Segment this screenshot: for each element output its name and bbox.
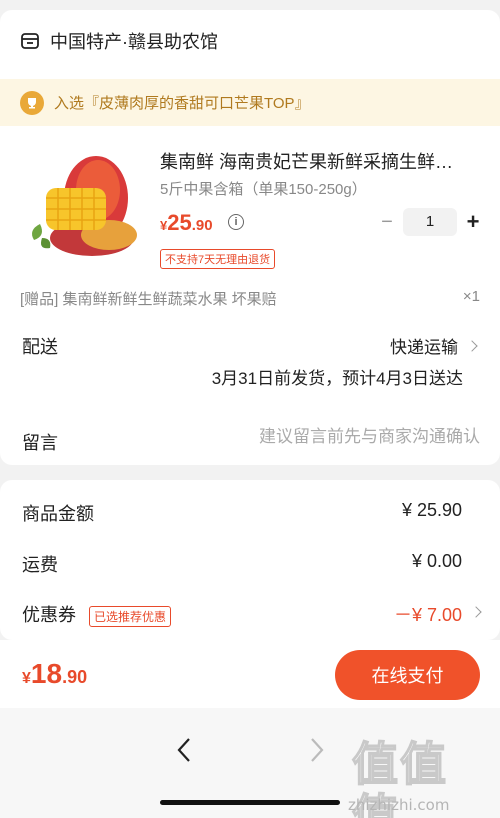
home-indicator[interactable] [160,800,340,805]
product-price: ¥ 25 .90 [160,210,213,236]
coupon-value: －¥ 7.00 [393,605,462,625]
shipping-fee-label: 运费 [22,555,58,575]
price-info-icon[interactable]: i [228,214,244,230]
coupon-row[interactable]: 优惠券 已选推荐优惠 －¥ 7.00 [22,601,482,627]
shipping-fee-row: 运费 ¥ 0.00 [22,551,478,577]
no-return-badge: 不支持7天无理由退货 [160,249,276,269]
total-price: ¥ 18 .90 [22,658,87,690]
gift-text: [赠品] 集南鲜新鲜生鲜蔬菜水果 坏果赔 [20,291,277,308]
product-spec: 5斤中果含箱（单果150-250g） [160,181,367,198]
message-label: 留言 [22,433,58,453]
shipping-label: 配送 [22,337,58,357]
quantity-value[interactable]: 1 [403,208,457,236]
rank-banner[interactable]: 入选『皮薄肉厚的香甜可口芒果TOP』 [0,79,500,126]
shipping-method[interactable]: 快递运输 [390,333,478,358]
trophy-icon [20,90,44,115]
coupon-badge: 已选推荐优惠 [89,605,172,627]
watermark-logo: 值值值 [351,737,448,818]
shop-name: 中国特产·赣县助农馆 [50,32,218,52]
shop-header[interactable]: 中国特产·赣县助农馆 [20,28,218,54]
watermark-url: zhizhizhi.com [348,796,450,814]
pay-bar: ¥ 18 .90 在线支付 [0,640,500,708]
price-currency: ¥ [160,218,168,233]
browser-nav-bar: 值值值 zhizhizhi.com [0,708,500,818]
quantity-stepper: − 1 + [377,208,483,236]
gift-row: [赠品] 集南鲜新鲜生鲜蔬菜水果 坏果赔 ×1 [20,288,480,309]
goods-amount-value: ¥ 25.90 [401,500,462,520]
product-title[interactable]: 集南鲜 海南贵妃芒果新鲜采摘生鲜… [160,148,480,174]
pay-button[interactable]: 在线支付 [335,650,480,700]
increase-button[interactable]: + [463,209,483,235]
back-arrow-icon[interactable] [172,735,196,765]
total-currency: ¥ [22,670,31,687]
shipping-time: 3月31日前发货，预计4月3日送达 [211,369,463,388]
shipping-method-text: 快递运输 [390,338,458,357]
product-image[interactable] [24,150,142,262]
forward-arrow-icon[interactable] [305,735,329,765]
coupon-label: 优惠券 [22,605,76,625]
goods-amount-row: 商品金额 ¥ 25.90 [22,500,478,526]
price-integer: 25 [167,210,192,235]
shipping-fee-value: ¥ 0.00 [411,551,462,571]
total-integer: 18 [30,658,63,689]
store-icon [21,33,39,49]
goods-amount-label: 商品金额 [22,504,94,524]
chevron-right-icon [466,339,478,352]
gift-qty: ×1 [462,288,480,305]
decrease-button[interactable]: − [377,211,397,234]
message-input[interactable] [220,427,480,447]
total-decimal: .90 [62,667,88,687]
rank-text: 入选『皮薄肉厚的香甜可口芒果TOP』 [54,95,310,112]
price-decimal: .90 [191,217,213,234]
